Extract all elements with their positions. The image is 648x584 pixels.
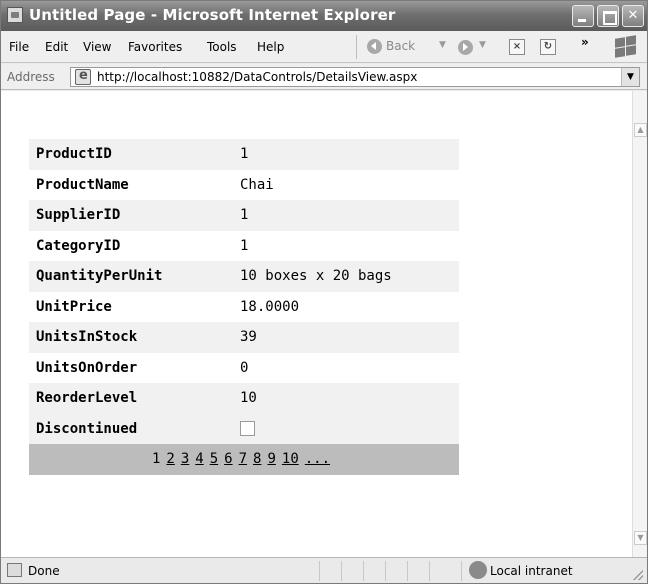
address-field[interactable]: http://localhost:10882/DataControls/Deta… [70,67,640,87]
details-row: UnitsInStock 39 [29,322,459,353]
refresh-button[interactable]: ↻ [540,39,556,55]
details-view: ProductID 1 ProductName Chai SupplierID 1 Cate… [29,139,459,475]
page-content: ProductID 1 ProductName Chai SupplierID 1 Cate… [1,91,632,557]
pager-current-page: 1 [151,451,161,468]
field-value: 10 [233,383,459,414]
address-bar: Address http://localhost:10882/DataContr… [1,64,647,90]
status-divider [363,561,364,581]
title-bar[interactable]: Untitled Page - Microsoft Internet Explo… [1,1,647,31]
pager-link[interactable]: 10 [282,451,299,467]
field-name: ProductID [29,139,233,170]
address-url[interactable]: http://localhost:10882/DataControls/Deta… [97,70,417,84]
page-icon [75,68,91,85]
field-value: 1 [240,237,249,254]
scroll-up-button[interactable]: ▲ [634,123,647,137]
details-row: CategoryID 1 [29,231,459,262]
field-name: ReorderLevel [29,383,233,414]
field-value [233,413,459,444]
field-value: 10 boxes x 20 bags [233,261,459,292]
pager-link[interactable]: 5 [210,451,218,467]
field-name: Discontinued [29,413,233,444]
status-divider [319,561,320,581]
status-text: Done [28,564,60,578]
pager-link[interactable]: 3 [181,451,189,467]
field-value: 0 [240,359,249,376]
discontinued-checkbox[interactable] [240,421,255,437]
details-row: ProductName Chai [29,170,459,201]
field-name: QuantityPerUnit [29,261,233,292]
pager-link[interactable]: 6 [224,451,232,467]
menu-bar: File Edit View Favorites Tools Help Back… [1,31,647,63]
minimize-button[interactable] [572,5,594,27]
field-value: 1 [233,200,459,231]
status-divider [385,561,386,581]
resize-grip[interactable] [633,570,643,580]
details-row: SupplierID 1 [29,200,459,231]
details-row-discontinued: Discontinued [29,413,459,444]
field-name: SupplierID [29,200,233,231]
field-name: UnitPrice [36,298,112,315]
details-row: UnitPrice 18.0000 [29,292,459,323]
pager-link[interactable]: ... [305,451,330,467]
status-divider [461,561,462,581]
security-zone: Local intranet [490,564,573,578]
toolbar-separator [356,35,357,59]
field-value: Chai [240,176,274,193]
field-value: 1 [233,139,459,170]
pager-link[interactable]: 8 [253,451,261,467]
address-dropdown-icon[interactable]: ▼ [621,68,639,86]
status-divider [407,561,408,581]
browser-window: Untitled Page - Microsoft Internet Explo… [0,0,648,584]
pager-row: 1 2 3 4 5 6 7 8 9 10... [29,444,459,475]
pager-link[interactable]: 2 [166,451,174,467]
intranet-zone-icon [469,561,487,579]
status-divider [341,561,342,581]
pager-link[interactable]: 9 [267,451,275,467]
stop-button[interactable]: × [509,39,525,55]
ie-window-icon[interactable] [7,7,23,23]
vertical-scrollbar[interactable]: ▲ ▼ [632,91,647,557]
details-row: ReorderLevel 10 [29,383,459,414]
window-title: Untitled Page - Microsoft Internet Explo… [29,6,396,24]
menu-favorites[interactable]: Favorites [128,40,182,54]
forward-dropdown-icon[interactable]: ▼ [479,40,486,50]
back-dropdown-icon[interactable]: ▼ [439,40,446,50]
field-name: CategoryID [36,237,121,254]
details-row: UnitsOnOrder 0 [29,353,459,384]
field-value: 39 [233,322,459,353]
pager-link[interactable]: 7 [239,451,247,467]
menu-view[interactable]: View [83,40,111,54]
back-button[interactable]: Back [367,39,415,54]
close-button[interactable]: ✕ [622,5,644,27]
field-name: ProductName [36,176,129,193]
page-done-icon [7,563,22,577]
field-name: UnitsOnOrder [36,359,138,376]
pager-link[interactable]: 4 [195,451,203,467]
details-row: QuantityPerUnit 10 boxes x 20 bags [29,261,459,292]
field-value: 18.0000 [240,298,300,315]
scroll-down-button[interactable]: ▼ [634,531,647,545]
back-label: Back [386,39,416,53]
menu-file[interactable]: File [9,40,29,54]
status-bar: Done Local intranet [1,557,647,583]
details-row: ProductID 1 [29,139,459,170]
field-name: UnitsInStock [29,322,233,353]
menu-edit[interactable]: Edit [45,40,68,54]
menu-tools[interactable]: Tools [207,40,237,54]
address-label: Address [7,70,55,84]
menu-help[interactable]: Help [257,40,284,54]
status-divider [429,561,430,581]
pager: 1 2 3 4 5 6 7 8 9 10... [29,444,459,475]
forward-button[interactable] [458,40,473,55]
maximize-button[interactable] [597,5,619,27]
back-arrow-icon [367,39,382,54]
windows-logo-icon [613,35,639,59]
toolbar-overflow-chevron[interactable]: » [581,35,589,49]
